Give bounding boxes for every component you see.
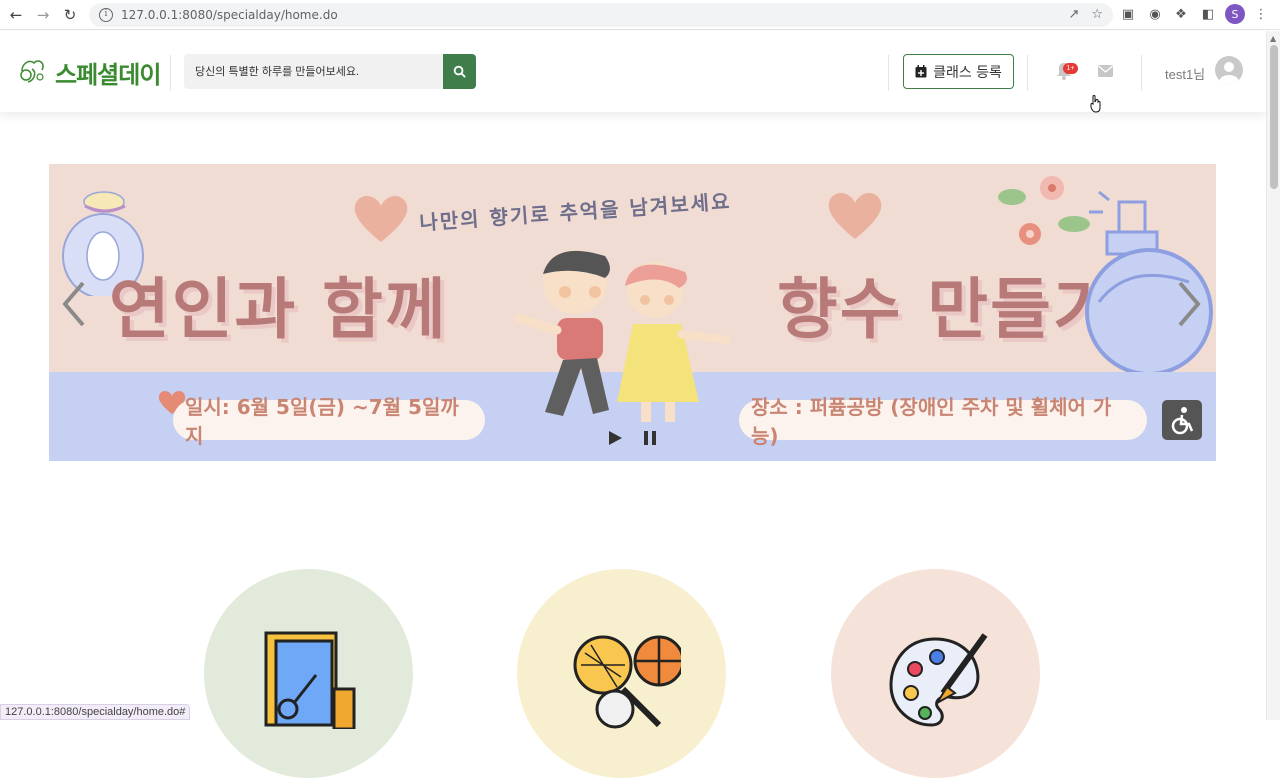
- user-avatar[interactable]: [1215, 56, 1243, 84]
- scrollbar-thumb[interactable]: [1270, 45, 1278, 189]
- reload-icon[interactable]: ↻: [59, 4, 81, 26]
- bookmark-star-icon[interactable]: ☆: [1091, 7, 1103, 22]
- browser-status-url: 127.0.0.1:8080/specialday/home.do#: [0, 704, 191, 720]
- category-craft[interactable]: [204, 569, 413, 778]
- profile-avatar[interactable]: S: [1225, 4, 1245, 24]
- mail-icon[interactable]: [1098, 65, 1113, 77]
- category-painting[interactable]: [831, 569, 1040, 778]
- event-date-pill: 일시: 6월 5일(금) ~7월 5일까지: [173, 395, 485, 448]
- user-avatar-icon: [1219, 62, 1239, 84]
- site-header: 스페셜데이 클래스 등록 1+ test1님: [0, 31, 1266, 112]
- site-info-icon[interactable]: i: [99, 8, 113, 22]
- header-divider: [1027, 55, 1028, 91]
- browser-toolbar: ← → ↻ i 127.0.0.1:8080/specialday/home.d…: [0, 0, 1280, 30]
- hero-banner[interactable]: 나만의 향기로 추억을 남겨보세요 연인과 함께 향수 만들기 일시: 6월 5…: [49, 164, 1216, 461]
- notification-badge: 1+: [1063, 63, 1078, 74]
- address-bar-url[interactable]: 127.0.0.1:8080/specialday/home.do: [121, 8, 338, 22]
- mouse-pointer-icon: [1090, 95, 1101, 113]
- search-icon: [453, 65, 466, 78]
- carousel-next-arrow-icon[interactable]: [1172, 277, 1206, 331]
- heart-icon: [828, 192, 882, 239]
- back-icon[interactable]: ←: [5, 4, 27, 26]
- sports-icon: [573, 635, 681, 729]
- class-register-button[interactable]: 클래스 등록: [903, 54, 1014, 89]
- side-panel-icon[interactable]: ◧: [1200, 6, 1216, 22]
- header-divider: [170, 55, 171, 91]
- search-button[interactable]: [443, 54, 476, 89]
- search-input[interactable]: [184, 54, 443, 89]
- play-icon[interactable]: [607, 430, 623, 446]
- camera-icon[interactable]: ◉: [1147, 6, 1163, 22]
- share-icon[interactable]: ↗: [1068, 7, 1079, 22]
- extension-icon[interactable]: ▣: [1120, 6, 1136, 22]
- banner-title-right: 향수 만들기: [777, 271, 1116, 348]
- couple-illustration: [514, 250, 731, 422]
- pause-icon[interactable]: [643, 430, 657, 446]
- category-sports[interactable]: [517, 569, 726, 778]
- forward-icon[interactable]: →: [32, 4, 54, 26]
- logo-text[interactable]: 스페셜데이: [55, 55, 161, 90]
- address-bar[interactable]: i 127.0.0.1:8080/specialday/home.do ↗ ☆: [89, 3, 1113, 27]
- header-divider: [888, 55, 889, 91]
- heart-icon: [354, 195, 408, 242]
- paint-palette-icon: [889, 633, 988, 727]
- scroll-up-arrow-icon[interactable]: ▲: [1270, 34, 1276, 43]
- puzzle-icon[interactable]: ❖: [1173, 6, 1189, 22]
- calendar-plus-icon: [915, 65, 927, 78]
- banner-subtitle: 나만의 향기로 추억을 남겨보세요: [418, 189, 733, 235]
- carousel-prev-arrow-icon[interactable]: [57, 277, 91, 331]
- logo-icon[interactable]: [16, 55, 48, 85]
- menu-kebab-icon[interactable]: ⋮: [1253, 6, 1269, 22]
- user-name[interactable]: test1님: [1165, 64, 1205, 83]
- class-register-label: 클래스 등록: [933, 64, 1002, 81]
- header-divider: [1141, 55, 1142, 91]
- page-scrollbar[interactable]: ▲: [1266, 31, 1280, 720]
- wheelchair-accessible-icon: [1162, 400, 1202, 440]
- event-place-pill: 장소 : 퍼퓸공방 (장애인 주차 및 휠체어 가능): [739, 395, 1147, 448]
- banner-title-left: 연인과 함께: [109, 271, 448, 348]
- craft-tools-icon: [264, 631, 356, 729]
